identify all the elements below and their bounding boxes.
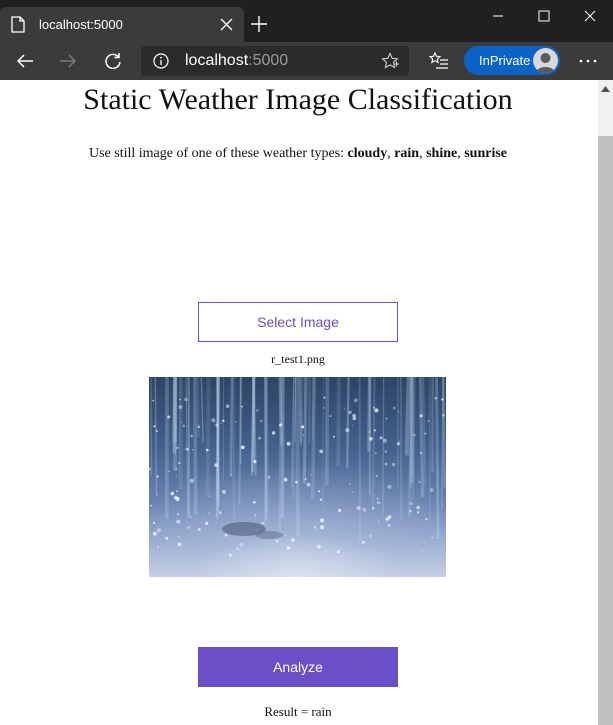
forward-arrow-icon[interactable] [58,51,78,71]
browser-tab[interactable]: localhost:5000 [0,7,244,42]
scroll-up-arrow-icon[interactable] [601,86,610,92]
weather-type-shine: shine [426,146,458,161]
url-host: localhost [185,52,249,69]
url-text: localhost:5000 [185,52,288,70]
analyze-button[interactable]: Analyze [198,647,398,687]
rain-photo [149,377,446,557]
page-title: Static Weather Image Classification [83,83,513,116]
favorites-icon[interactable] [429,51,449,71]
star-icon[interactable] [381,52,399,70]
minimize-button[interactable] [475,0,521,32]
selected-filename: r_test1.png [271,352,325,366]
instructions-prefix: Use still image of one of these weather … [88,146,348,161]
weather-type-sunrise: sunrise [464,146,508,161]
result-text: Result = rain [264,704,332,719]
select-image-button[interactable]: Select Image [198,302,398,342]
browser-titlebar: localhost:5000 [0,0,613,42]
weather-type-rain: rain [394,146,420,161]
maximize-button[interactable] [521,0,567,32]
more-icon[interactable] [578,51,598,71]
url-port: :5000 [248,52,289,69]
instructions-text: Use still image of one of these weather … [88,146,508,161]
tab-title: localhost:5000 [39,17,123,32]
vertical-scrollbar[interactable] [598,80,613,725]
info-icon[interactable] [153,53,169,69]
browser-toolbar: localhost:5000 InPrivate [0,42,613,80]
inprivate-label: InPrivate [479,53,531,68]
page-icon [11,16,25,33]
close-window-button[interactable] [567,0,613,32]
close-icon[interactable] [220,18,233,31]
profile-icon [536,53,555,73]
refresh-icon[interactable] [103,51,123,71]
scrollbar-thumb[interactable] [598,136,613,725]
plus-icon[interactable] [250,15,268,33]
back-arrow-icon[interactable] [15,51,35,71]
inprivate-button[interactable]: InPrivate [464,46,560,75]
weather-type-cloudy: cloudy [347,146,388,161]
close-icon [584,10,596,22]
address-bar[interactable]: localhost:5000 [141,46,409,76]
minimize-icon [493,15,503,17]
image-preview [149,377,446,577]
avatar [533,48,558,73]
maximize-icon [538,10,550,22]
page-content: Static Weather Image Classification Use … [0,80,598,725]
